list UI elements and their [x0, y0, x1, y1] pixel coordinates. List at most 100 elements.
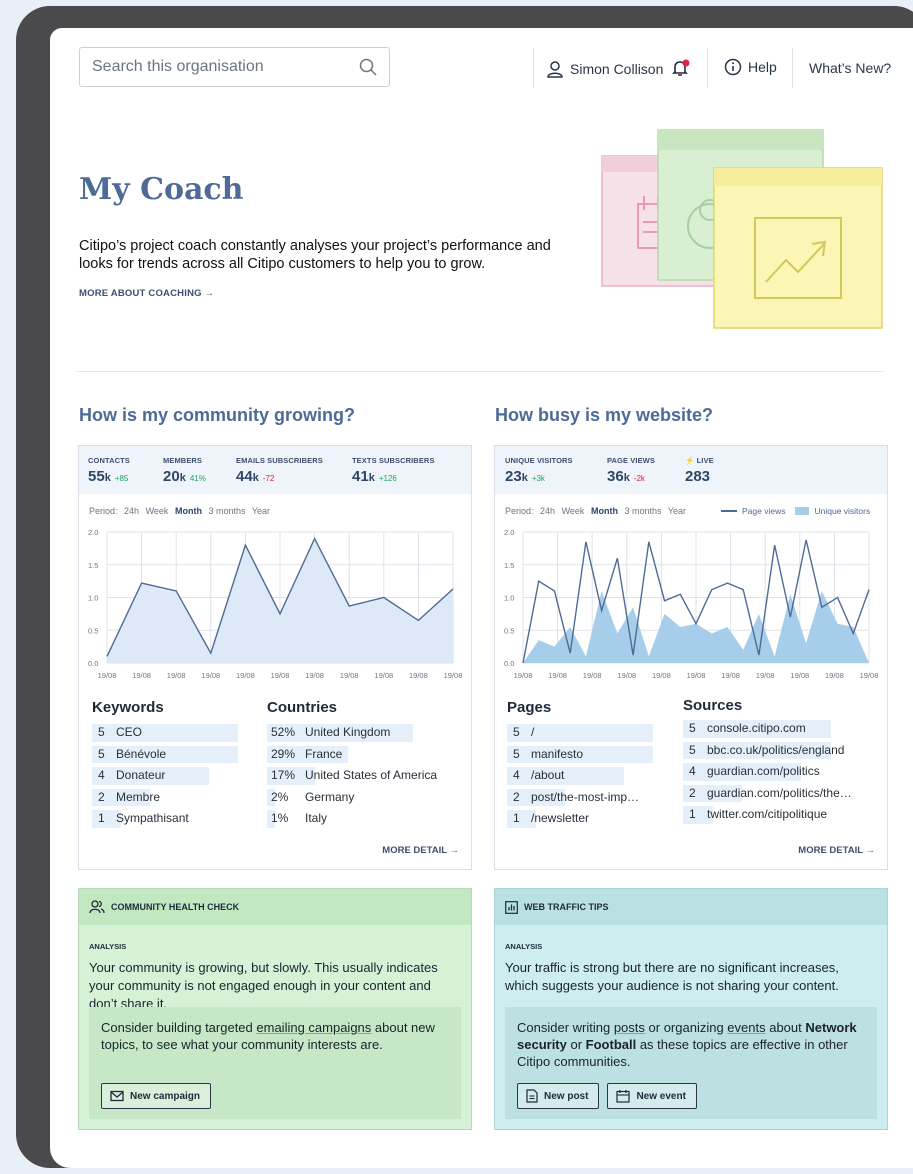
list-item[interactable]: 5 Bénévole [92, 744, 238, 766]
period-3-months[interactable]: 3 months [624, 506, 661, 516]
website-card: UNIQUE VISITORS 23k +3k PAGE VIEWS 36k -2k… [494, 445, 888, 870]
notifications-bell-icon[interactable] [670, 59, 692, 79]
search-icon[interactable] [359, 58, 377, 76]
item-name: guardian.com/politics/the… [707, 785, 852, 800]
whats-new-link[interactable]: What’s New? [809, 60, 891, 76]
chart-legend: Page views Unique visitors [721, 506, 870, 516]
item-name: Germany [305, 789, 355, 804]
analysis-label: ANALYSIS [505, 942, 543, 951]
item-count: 4 [689, 764, 696, 778]
envelope-icon [110, 1090, 124, 1102]
website-more-detail-link[interactable]: MORE DETAIL → [798, 845, 875, 856]
x-tick-label: 19/08 [444, 671, 463, 680]
list-item[interactable]: 1 twitter.com/citipolitique [683, 804, 852, 826]
sources-title: Sources [683, 697, 743, 714]
search-box[interactable] [79, 47, 390, 87]
list-item[interactable]: 1/newsletter [507, 808, 639, 830]
list-item[interactable]: 2% Germany [267, 787, 437, 809]
users-icon [89, 900, 105, 914]
new-campaign-button[interactable]: New campaign [101, 1083, 212, 1109]
legend-line-swatch [721, 510, 737, 512]
stat-contacts[interactable]: CONTACTS 55k +85 [88, 456, 130, 485]
list-item[interactable]: 5 bbc.co.uk/politics/england [683, 740, 852, 762]
user-icon [547, 61, 563, 78]
list-item[interactable]: 5 manifesto [507, 744, 653, 766]
bar-chart-icon [505, 900, 518, 914]
x-tick-label: 19/08 [409, 671, 428, 680]
item-name: bbc.co.uk/politics/england [707, 742, 845, 757]
list-item[interactable]: 4 guardian.com/politics [683, 761, 852, 783]
item-count: 5 [98, 746, 105, 761]
list-item[interactable]: 1% Italy [267, 808, 437, 830]
community-stats: CONTACTS 55k +85 MEMBERS 20k 41% EMAILS SU… [79, 446, 471, 494]
stat-live[interactable]: ⚡ LIVE 283 [685, 456, 714, 485]
period-week[interactable]: Week [146, 506, 169, 516]
item-percent: 17% [271, 768, 296, 782]
help-label: Help [748, 59, 777, 75]
list-item[interactable]: 2 post/the-most-imp… [507, 787, 639, 809]
period-year[interactable]: Year [252, 506, 270, 516]
list-item[interactable]: 2 Membre [92, 787, 189, 809]
stat-emails-subscribers[interactable]: EMAILS SUBSCRIBERS 44k -72 [236, 456, 323, 485]
item-count: 1 [513, 811, 520, 825]
list-item[interactable]: 4 Donateur [92, 765, 209, 787]
list-item[interactable]: 2 guardian.com/politics/the… [683, 783, 852, 805]
list-item[interactable]: 1 Sympathisant [92, 808, 189, 830]
period-3-months[interactable]: 3 months [208, 506, 245, 516]
list-item[interactable]: 52% United Kingdom [267, 722, 437, 744]
y-tick-label: 1.5 [504, 561, 514, 570]
list-item[interactable]: 5 console.citipo.com [683, 718, 852, 740]
device-frame: Simon Collison Help What’s New? My Coach… [16, 6, 913, 1168]
stat-texts-subscribers[interactable]: TEXTS SUBSCRIBERS 41k +126 [352, 456, 435, 485]
item-name: Italy [305, 811, 328, 825]
header-divider [533, 48, 534, 88]
search-input[interactable] [80, 48, 350, 86]
countries-title: Countries [267, 699, 338, 716]
new-event-button[interactable]: New event [607, 1083, 697, 1109]
web-traffic-card: WEB TRAFFIC TIPS ANALYSIS Your traffic i… [494, 888, 888, 1130]
analysis-label: ANALYSIS [89, 942, 127, 951]
y-tick-label: 2.0 [88, 528, 98, 537]
stat-page-views[interactable]: PAGE VIEWS 36k -2k [607, 456, 655, 485]
item-count: 1 [98, 811, 105, 825]
period-month[interactable]: Month [175, 506, 202, 516]
item-count: 1 [689, 807, 696, 821]
list-item[interactable]: 29% France [267, 744, 437, 766]
list-item[interactable]: 17% United States of America [267, 765, 437, 787]
user-menu[interactable]: Simon Collison [546, 58, 663, 80]
x-tick-label: 19/08 [340, 671, 359, 680]
advice-text: Consider writing posts or organizing eve… [517, 1020, 857, 1069]
list-item[interactable]: 5/ [507, 722, 653, 744]
item-name: Donateur [116, 768, 166, 782]
y-tick-label: 1.5 [88, 561, 98, 570]
stat-members[interactable]: MEMBERS 20k 41% [163, 456, 206, 485]
x-tick-label: 19/08 [98, 671, 117, 680]
countries-list: 52% United Kingdom 29% France 17% United Stat… [267, 722, 437, 830]
events-link[interactable]: events [727, 1020, 765, 1035]
community-card: CONTACTS 55k +85 MEMBERS 20k 41% EMAILS SU… [78, 445, 472, 870]
legend-unique-visitors: Unique visitors [814, 506, 871, 516]
item-name: /about [531, 768, 565, 782]
document-icon [526, 1089, 538, 1103]
period-24h[interactable]: 24h [124, 506, 139, 516]
community-more-detail-link[interactable]: MORE DETAIL → [382, 845, 459, 856]
help-link[interactable]: Help [724, 58, 777, 76]
list-item[interactable]: 4/about [507, 765, 639, 787]
community-health-header: COMMUNITY HEALTH CHECK [79, 889, 471, 925]
period-week[interactable]: Week [562, 506, 585, 516]
period-year[interactable]: Year [668, 506, 686, 516]
new-post-button[interactable]: New post [517, 1083, 600, 1109]
period-month[interactable]: Month [591, 506, 618, 516]
emailing-campaigns-link[interactable]: emailing campaigns [256, 1020, 371, 1035]
more-about-coaching-link[interactable]: MORE ABOUT COACHING → [79, 288, 214, 299]
item-name: CEO [116, 725, 143, 739]
period-24h[interactable]: 24h [540, 506, 555, 516]
x-tick-label: 19/08 [790, 671, 809, 680]
community-chart: 0.0 0.5 1.0 1.5 2.0 19/08 19/08 19/08 19/08 19/08… [88, 528, 463, 680]
stat-unique-visitors[interactable]: UNIQUE VISITORS 23k +3k [505, 456, 573, 485]
page-title: My Coach [79, 172, 244, 207]
posts-link[interactable]: posts [614, 1020, 645, 1035]
period-selector: Period: 24h Week Month 3 months Year [505, 506, 687, 516]
x-tick-label: 19/08 [860, 671, 879, 680]
list-item[interactable]: 5 CEO [92, 722, 238, 744]
